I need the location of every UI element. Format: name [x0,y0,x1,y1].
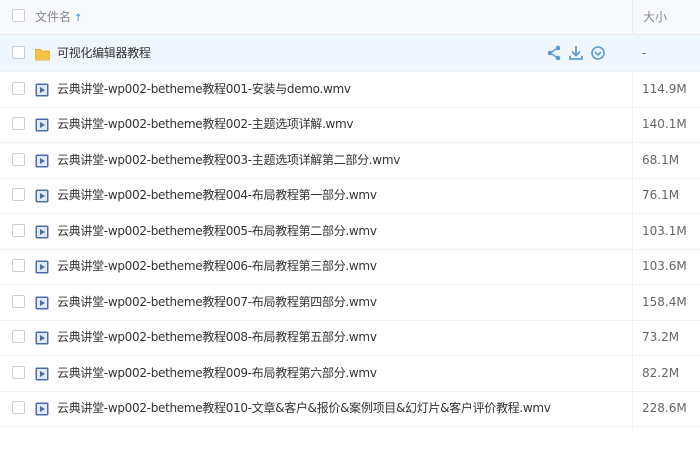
more-icon[interactable] [590,44,606,62]
file-name-link[interactable]: 云典讲堂-wp002-betheme教程010-文章&客户&报价&案例项目&幻灯… [57,390,551,426]
file-row[interactable]: 云典讲堂-wp002-betheme教程002-主题选项详解.wmv 140.1M [0,106,700,143]
video-file-icon [35,366,49,385]
video-file-icon [35,401,49,420]
file-row[interactable]: 云典讲堂-wp002-betheme教程010-文章&客户&报价&案例项目&幻灯… [0,390,700,427]
share-icon[interactable] [546,44,562,62]
video-file-icon [35,259,49,278]
name-column-label: 文件名 [35,10,72,24]
row-checkbox[interactable] [12,294,25,308]
file-name-link[interactable]: 可视化编辑器教程 [57,35,151,71]
file-name-link[interactable]: 云典讲堂-wp002-betheme教程008-布局教程第五部分.wmv [57,319,377,355]
video-file-icon [35,153,49,172]
row-checkbox[interactable] [12,330,25,343]
file-list-header: 文件名 ↑ 大小 [0,0,700,35]
file-row[interactable]: 云典讲堂-wp002-betheme教程005-布局教程第二部分.wmv 103.… [0,213,700,250]
file-size: 103.6M [642,259,687,273]
video-file-icon [35,82,49,101]
row-checkbox[interactable] [12,259,25,272]
file-name-link[interactable]: 云典讲堂-wp002-betheme教程002-主题选项详解.wmv [57,106,354,142]
row-checkbox[interactable] [12,81,25,95]
file-row[interactable]: 云典讲堂-wp002-betheme教程006-布局教程第三部分.wmv 103.… [0,248,700,285]
file-size: 140.1M [642,117,687,131]
file-row[interactable]: 云典讲堂-wp002-betheme教程001-安装与demo.wmv 114.9… [0,71,700,108]
row-checkbox[interactable] [12,46,25,59]
video-file-icon [35,330,49,349]
row-checkbox[interactable] [12,401,25,414]
row-actions [546,44,606,62]
size-column-header[interactable]: 大小 [632,0,700,34]
file-name-link[interactable]: 云典讲堂-wp002-betheme教程005-布局教程第二部分.wmv [57,213,377,249]
video-file-icon [35,117,49,136]
file-row[interactable]: 云典讲堂-wp002-betheme教程007-布局教程第四部分.wmv 158.… [0,284,700,321]
file-name-link[interactable]: 云典讲堂-wp002-betheme教程003-主题选项详解第二部分.wmv [57,142,400,178]
file-row[interactable]: 云典讲堂-wp002-betheme教程004-布局教程第一部分.wmv 76.1… [0,177,700,214]
video-file-icon [35,295,49,314]
folder-row[interactable]: 可视化编辑器教程 - [0,35,700,72]
file-size: 82.2M [642,365,680,380]
video-file-icon [35,188,49,207]
file-size: 103.1M [642,223,687,238]
row-checkbox[interactable] [12,117,25,130]
file-size: 228.6M [642,401,687,415]
file-name-link[interactable]: 云典讲堂-wp002-betheme教程006-布局教程第三部分.wmv [57,248,377,284]
download-icon[interactable] [568,44,584,62]
file-size: 158.4M [642,294,687,309]
row-checkbox[interactable] [12,223,25,237]
file-size: 114.9M [642,81,687,96]
file-name-link[interactable]: 云典讲堂-wp002-betheme教程004-布局教程第一部分.wmv [57,177,377,213]
file-row[interactable]: 云典讲堂-wp002-betheme教程008-布局教程第五部分.wmv 73.2… [0,319,700,356]
file-name-link[interactable]: 云典讲堂-wp002-betheme教程007-布局教程第四部分.wmv [57,284,377,320]
file-size: 73.2M [642,330,680,344]
select-all-checkbox[interactable] [12,9,25,22]
row-checkbox[interactable] [12,152,25,166]
video-file-icon [35,224,49,243]
file-row[interactable]: 云典讲堂-wp002-betheme教程009-布局教程第六部分.wmv 82.2… [0,355,700,392]
folder-icon [35,46,50,65]
file-size: 76.1M [642,188,680,202]
row-checkbox[interactable] [12,365,25,379]
row-checkbox[interactable] [12,188,25,201]
sort-ascending-icon[interactable]: ↑ [74,13,82,24]
file-size: - [642,46,647,60]
file-name-link[interactable]: 云典讲堂-wp002-betheme教程009-布局教程第六部分.wmv [57,355,377,391]
file-name-link[interactable]: 云典讲堂-wp002-betheme教程001-安装与demo.wmv [57,71,351,107]
name-column-header[interactable]: 文件名 ↑ [35,0,82,34]
file-size: 68.1M [642,152,680,167]
file-row[interactable]: 云典讲堂-wp002-betheme教程003-主题选项详解第二部分.wmv 68… [0,142,700,179]
